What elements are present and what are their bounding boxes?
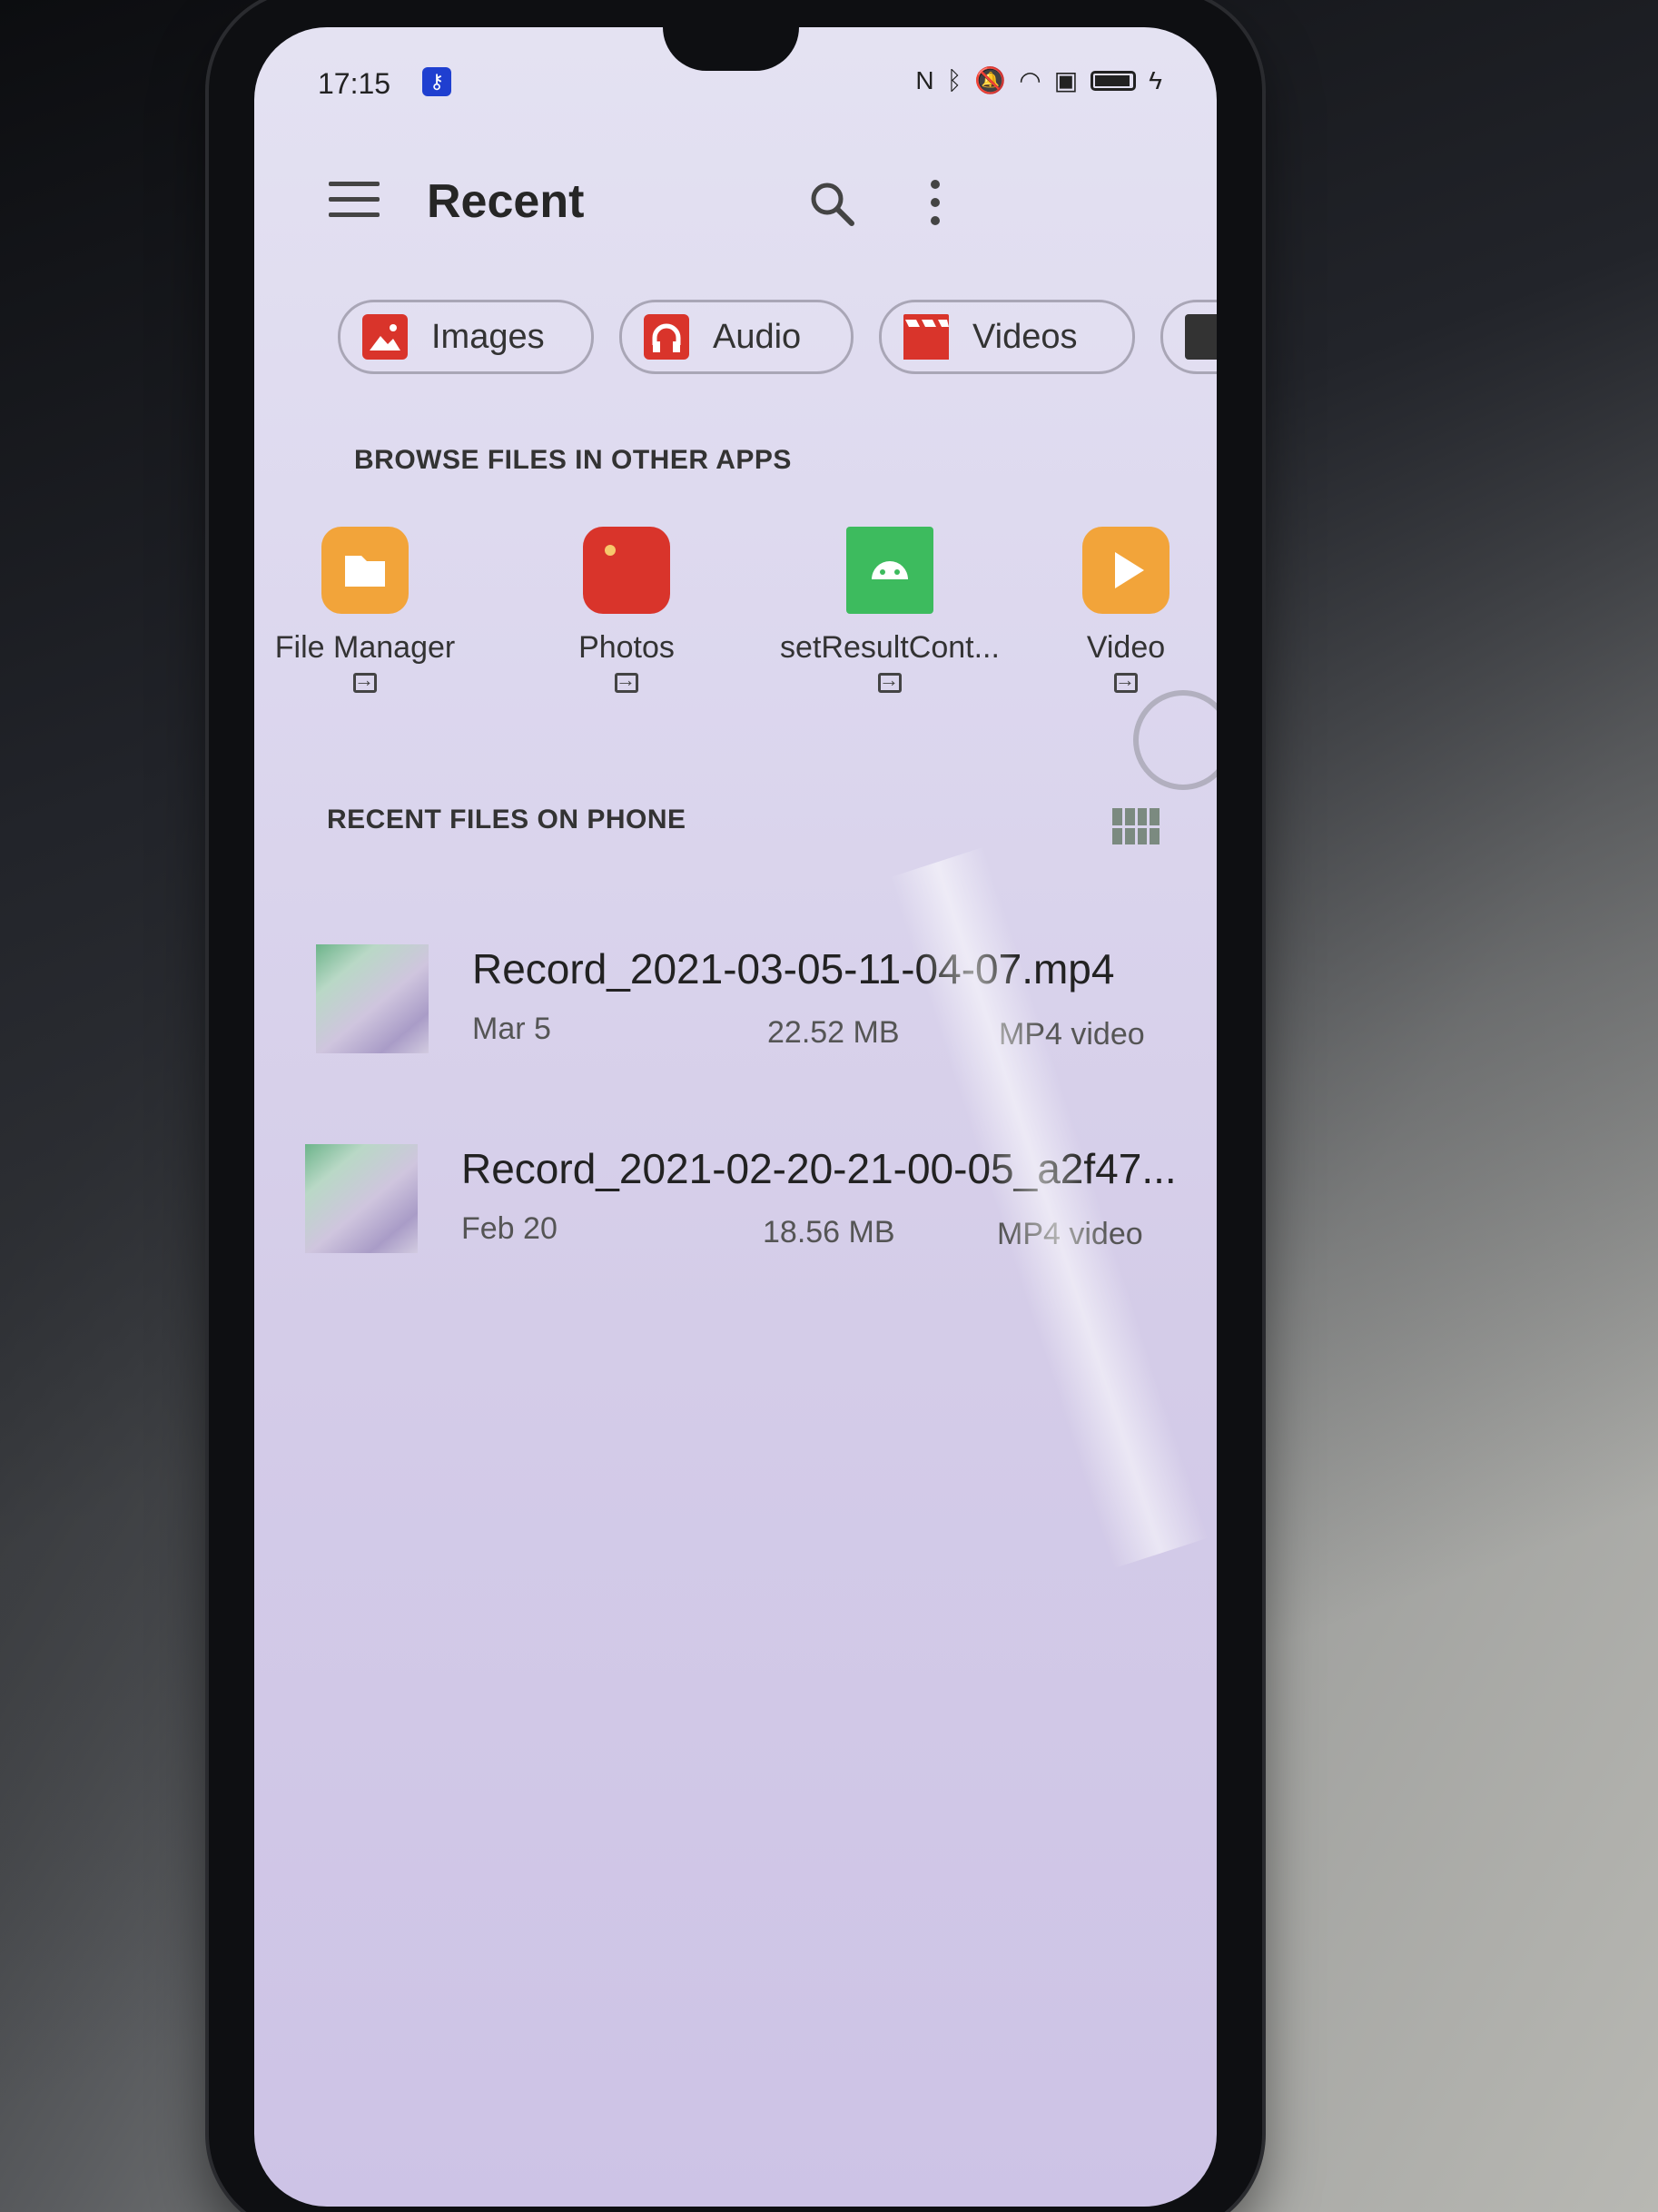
grid-view-icon[interactable] [1112, 808, 1160, 844]
app-label: Video [1086, 630, 1166, 665]
file-size: 22.52 MB [767, 1015, 900, 1050]
app-file-manager[interactable]: File Manager [254, 527, 483, 736]
recent-section-title: RECENT FILES ON PHONE [327, 805, 686, 834]
video-play-icon [1082, 527, 1169, 614]
mute-icon: 🔕 [974, 66, 1007, 94]
app-photos[interactable]: Photos [508, 527, 745, 736]
file-type: MP4 video [999, 1017, 1145, 1052]
more-vert-icon[interactable] [926, 180, 944, 231]
file-name: Record_2021-02-20-21-00-05_a2f47... [461, 1145, 1177, 1192]
status-bar: 17:15 ⚷ N ᛒ 🔕 ◠ ▣ ϟ [254, 27, 1217, 109]
open-in-app-icon [1114, 668, 1138, 693]
filter-chips: Images Audio Videos D [338, 300, 1217, 381]
app-label: setResultCont... [780, 630, 1000, 665]
app-label: File Manager [274, 630, 456, 665]
file-date: Feb 20 [461, 1211, 558, 1246]
hamburger-menu-icon[interactable] [329, 182, 380, 220]
app-label: Photos [578, 630, 675, 665]
headphones-icon [644, 314, 689, 360]
nfc-icon: N [915, 65, 934, 94]
folder-icon [321, 527, 409, 614]
phone-body: 17:15 ⚷ N ᛒ 🔕 ◠ ▣ ϟ Recent Images Audio … [209, 0, 1262, 2212]
file-type: MP4 video [997, 1217, 1143, 1251]
search-icon[interactable] [808, 180, 855, 227]
phone-screen: 17:15 ⚷ N ᛒ 🔕 ◠ ▣ ϟ Recent Images Audio … [254, 27, 1217, 2207]
video-thumbnail [316, 944, 429, 1053]
charging-icon: ϟ [1149, 65, 1162, 94]
video-thumbnail [305, 1144, 418, 1253]
chip-documents[interactable]: D [1160, 300, 1217, 374]
clapperboard-icon [903, 314, 949, 360]
touch-indicator [1133, 690, 1217, 790]
vpn-key-icon: ⚷ [422, 67, 451, 96]
app-bar: Recent [254, 154, 1217, 254]
file-date: Mar 5 [472, 1012, 551, 1046]
chip-videos[interactable]: Videos [879, 300, 1135, 374]
file-name: Record_2021-03-05-11-04-07.mp4 [472, 945, 1115, 992]
status-time: 17:15 [318, 67, 391, 100]
chip-label: Videos [972, 317, 1078, 356]
photos-icon [583, 527, 670, 614]
bluetooth-icon: ᛒ [946, 65, 962, 94]
page-title: Recent [427, 175, 585, 228]
photo-scene: 17:15 ⚷ N ᛒ 🔕 ◠ ▣ ϟ Recent Images Audio … [0, 0, 1658, 2212]
other-apps-row: File Manager Photos setResultCont... [254, 527, 1217, 736]
chip-label: Audio [713, 317, 802, 356]
open-in-app-icon [615, 668, 638, 693]
chip-images[interactable]: Images [338, 300, 594, 374]
chip-audio[interactable]: Audio [619, 300, 854, 374]
file-row[interactable]: Record_2021-02-20-21-00-05_a2f47... Feb … [254, 1135, 1217, 1262]
file-size: 18.56 MB [763, 1215, 895, 1249]
chip-label: Images [431, 317, 545, 356]
wifi-icon: ◠ [1019, 66, 1041, 94]
image-icon [362, 314, 408, 360]
android-icon [846, 527, 933, 614]
browse-section-title: BROWSE FILES IN OTHER APPS [354, 445, 792, 475]
status-icons: N ᛒ 🔕 ◠ ▣ ϟ [915, 65, 1162, 95]
open-in-app-icon [353, 668, 377, 693]
document-icon [1185, 314, 1217, 360]
open-in-app-icon [878, 668, 902, 693]
battery-icon [1091, 70, 1137, 91]
app-setresultcont[interactable]: setResultCont... [772, 527, 1008, 736]
file-row[interactable]: Record_2021-03-05-11-04-07.mp4 Mar 5 22.… [254, 935, 1217, 1062]
cast-icon: ▣ [1053, 66, 1079, 94]
